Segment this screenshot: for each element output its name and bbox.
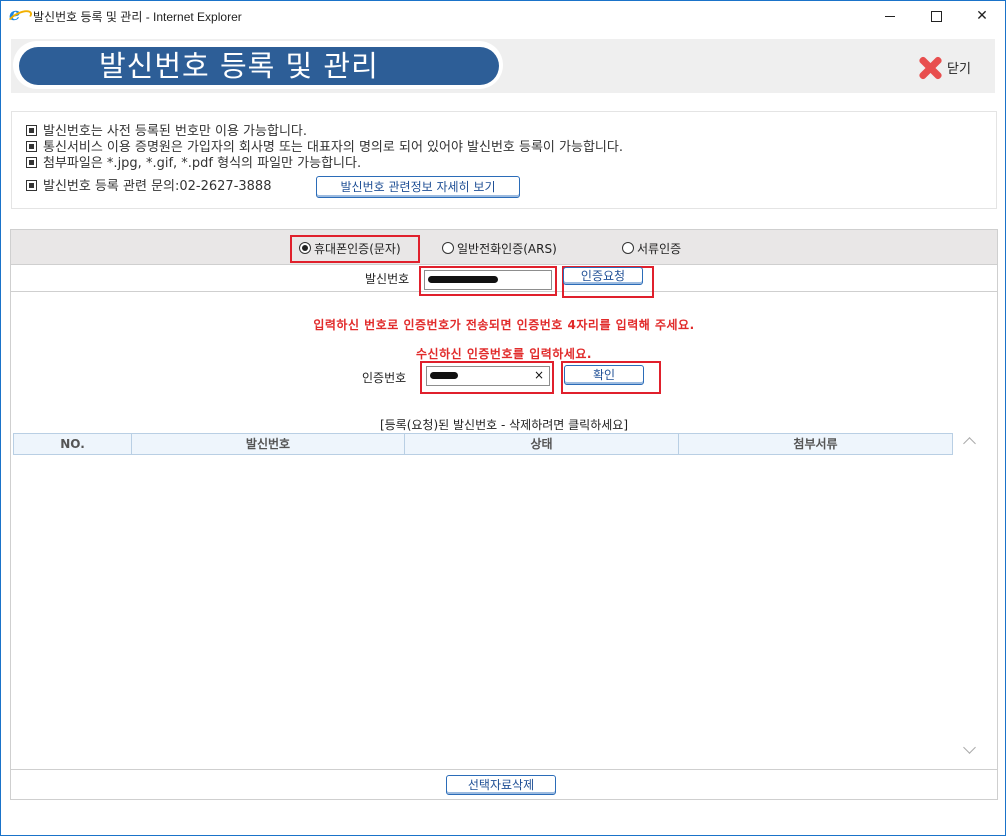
confirm-button[interactable]: 확인 [564,365,644,385]
scroll-up-icon[interactable] [963,437,976,450]
radio-empty-icon [442,242,454,254]
window-close-button[interactable]: ✕ [959,1,1005,31]
sender-number-label: 발신번호 [365,272,410,286]
request-auth-button[interactable]: 인증요청 [563,267,643,285]
maximize-icon [930,10,942,22]
sender-number-row: 발신번호 인증요청 [11,265,997,298]
notice-line: 발신번호 등록 관련 문의:02-2627-3888 [26,179,271,195]
delete-selected-button[interactable]: 선택자료삭제 [446,775,556,795]
sender-number-input[interactable] [424,270,552,290]
column-header-attachment: 첨부서류 [793,437,838,451]
notice-line: 첨부파일은 *.jpg, *.gif, *.pdf 형식의 파일만 가능합니다. [26,156,361,172]
auth-form: 휴대폰인증(문자) 일반전화인증(ARS) 서류인증 발신번호 인증요청 입력하… [10,229,998,401]
close-page-label: 닫기 [947,62,971,77]
radio-selected-icon [299,242,311,254]
redacted-value [430,372,458,379]
notice-box: 발신번호는 사전 등록된 번호만 이용 가능합니다. 통신서비스 이용 증명원은… [11,111,997,209]
auth-prompt-message: 수신하신 인증번호를 입력하세요. [416,347,592,361]
clear-input-icon[interactable]: × [534,368,544,382]
radio-mobile-auth[interactable]: 휴대폰인증(문자) [299,240,401,257]
detail-info-button[interactable]: 발신번호 관련정보 자세히 보기 [316,176,520,198]
minimize-button[interactable] [867,1,913,31]
close-page-button[interactable]: 닫기 [917,53,977,81]
title-banner: 발신번호 등록 및 관리 [13,41,503,89]
radio-empty-icon [622,242,634,254]
notice-line: 통신서비스 이용 증명원은 가입자의 회사명 또는 대표자의 명의로 되어 있어… [26,140,623,156]
bullet-square-icon [26,125,37,136]
registered-numbers-section: [등록(요청)된 발신번호 - 삭제하려면 클릭하세요] NO. 발신번호 상태… [10,399,998,800]
bullet-square-icon [26,157,37,168]
radio-ars-auth[interactable]: 일반전화인증(ARS) [442,240,557,257]
list-title: [등록(요청)된 발신번호 - 삭제하려면 클릭하세요] [379,418,629,432]
close-icon: ✕ [976,8,988,24]
auth-code-label: 인증번호 [362,371,407,385]
title-bar: e 발신번호 등록 및 관리 - Internet Explorer ✕ [1,1,1005,31]
numbers-table-header: NO. 발신번호 상태 첨부서류 [13,433,953,455]
column-header-sender-number: 발신번호 [132,434,405,454]
internet-explorer-icon: e [9,6,27,24]
notice-line: 발신번호는 사전 등록된 번호만 이용 가능합니다. [26,124,307,140]
redacted-value [428,276,498,283]
column-header-status: 상태 [405,434,679,454]
minimize-icon [885,15,895,17]
auth-instruction-message: 입력하신 번호로 인증번호가 전송되면 인증번호 4자리를 입력해 주세요. [313,318,695,332]
page-header: 발신번호 등록 및 관리 닫기 [11,39,995,93]
bullet-square-icon [26,180,37,191]
list-footer: 선택자료삭제 [11,769,997,800]
bullet-square-icon [26,141,37,152]
auth-code-input[interactable]: × [426,366,550,386]
radio-document-auth[interactable]: 서류인증 [622,240,681,257]
column-header-no: NO. [14,434,132,454]
page-title: 발신번호 등록 및 관리 [19,47,499,85]
browser-window: e 발신번호 등록 및 관리 - Internet Explorer ✕ 발신번… [0,0,1006,836]
red-x-icon [917,55,943,81]
maximize-button[interactable] [913,1,959,31]
list-scrollbar[interactable] [961,433,979,767]
scroll-down-icon[interactable] [963,741,976,754]
auth-method-row: 휴대폰인증(문자) 일반전화인증(ARS) 서류인증 [11,230,997,265]
window-title: 발신번호 등록 및 관리 - Internet Explorer [33,10,242,24]
